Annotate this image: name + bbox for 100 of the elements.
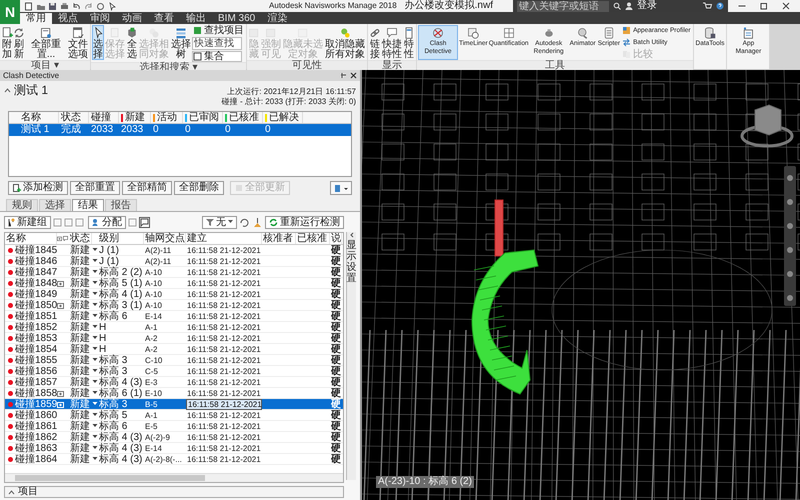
panel-tab[interactable]: 结果 [72,199,104,211]
ribbon-button[interactable]: 快捷特性 [381,25,403,60]
user-icon[interactable] [625,2,633,10]
ribbon-button[interactable]: 刷新 [13,25,25,60]
column-header[interactable]: 级别 [98,233,144,244]
save-icon[interactable] [48,2,57,10]
panel-tab[interactable]: 报告 [105,199,137,211]
display-settings-panel[interactable]: 显示设置 [346,232,356,480]
column-header[interactable]: 名称 [5,233,57,244]
result-row[interactable]: 碰撞1854 新建 H A-2 16:11:58 21-12-2021 硬 [5,344,343,355]
close-icon[interactable] [782,2,790,10]
scrollbar-thumb[interactable] [15,475,205,481]
ribbon-button[interactable]: 链接 [369,25,381,60]
quick-find-field[interactable]: 快速查找 [192,37,242,50]
caret-icon[interactable] [92,446,98,450]
column-header[interactable]: 活动 [151,112,183,123]
undo-icon[interactable] [72,2,81,10]
panel-tab[interactable]: 规则 [6,199,38,211]
filter-dropdown[interactable]: 无 [202,216,237,228]
result-row[interactable]: 碰撞1852 新建 H A-1 16:11:58 21-12-2021 硬 [5,322,343,333]
ribbon-tab[interactable]: 渲染 [261,13,294,24]
column-header[interactable]: 轴网交点 [144,233,186,244]
caret-icon[interactable] [92,325,98,329]
ribbon-button[interactable]: 选择树 [170,25,192,60]
result-row[interactable]: 碰撞1850 新建 标高 3 (1) A-10 16:11:58 21-12-2021 硬 [5,300,343,311]
column-header[interactable]: 已审阅 [183,112,223,123]
column-header[interactable]: 已解决 [263,112,303,123]
column-header[interactable]: 建立 [186,233,262,244]
ribbon-button[interactable]: 文件选项 [67,25,89,60]
close-icon[interactable] [350,72,357,79]
ribbon-tab[interactable]: 动画 [116,13,148,24]
caret-icon[interactable] [92,391,98,395]
ribbon-button[interactable]: 特性 [403,25,415,60]
ribbon-tab[interactable]: 输出 [180,13,212,24]
column-header[interactable]: 新建 [119,112,151,123]
reset-icon[interactable] [239,216,250,228]
ribbon-tab[interactable]: 常用 [20,13,52,24]
assign-button[interactable]: 分配 [88,216,126,228]
result-row[interactable]: 碰撞1855 新建 标高 3 C-10 16:11:58 21-12-2021 硬 [5,355,343,366]
sets-dropdown[interactable]: 集合 [192,51,242,62]
test-action-button[interactable]: 添加检测 [8,181,68,195]
panel-tab[interactable]: 选择 [39,199,71,211]
pin-icon[interactable] [340,72,347,79]
ribbon-tab[interactable]: 审阅 [84,13,116,24]
caret-icon[interactable] [92,347,98,351]
result-row[interactable]: 碰撞1860 新建 标高 5 A-1 16:11:58 21-12-2021 硬 [5,410,343,421]
column-header[interactable]: 名称 [19,112,59,123]
caret-icon[interactable] [92,303,98,307]
comment-icon[interactable] [139,216,150,228]
ribbon-button[interactable]: 取消隐藏所有对象 [324,25,366,60]
ribbon-tab[interactable]: 查看 [148,13,180,24]
ribbon-tab[interactable]: 视点 [52,13,84,24]
test-action-button[interactable]: 全部精简 [122,181,172,195]
caret-icon[interactable] [92,248,98,252]
export-button[interactable] [330,181,352,195]
caret-icon[interactable] [92,435,98,439]
column-header[interactable]: 核准者 [262,233,296,244]
caret-icon[interactable] [92,314,98,318]
column-header[interactable]: 碰撞 [89,112,119,123]
test-action-button[interactable]: 全部重置 [70,181,120,195]
ribbon-button[interactable]: 查找项目 [192,25,245,36]
caret-icon[interactable] [92,413,98,417]
result-row[interactable]: 碰撞1863 新建 标高 4 (3) E-14 16:11:58 21-12-2021 硬 [5,443,343,454]
camera-icon[interactable] [57,236,62,241]
test-row[interactable]: 测试 1 完成 2033 2033 0 0 0 0 [9,124,351,136]
test-action-button[interactable]: 全部删除 [174,181,224,195]
result-row[interactable]: 碰撞1862 新建 标高 4 (3) A(-2)-9 16:11:58 21-12-2021 硬 [5,432,343,443]
caret-icon[interactable] [92,358,98,362]
cart-icon[interactable] [703,2,712,10]
result-row[interactable]: 碰撞1861 新建 标高 6 E-5 16:11:58 21-12-2021 硬 [5,421,343,432]
result-row[interactable]: 碰撞1864 新建 标高 4 (3) A(-2)-8(-... 16:11:58 21-12-2021 硬 [5,454,343,465]
caret-icon[interactable] [92,336,98,340]
caret-icon[interactable] [92,369,98,373]
result-row[interactable]: 碰撞1846 新建 J (1) A(2)-11 16:11:58 21-12-2021 硬 [5,256,343,267]
caret-icon[interactable] [92,424,98,428]
sign-in-link[interactable]: 登录 [637,0,657,12]
document-icon[interactable] [24,2,33,10]
rerun-button[interactable]: 重新运行检测 [265,216,344,228]
items-bar[interactable]: 项目 [4,486,344,498]
caret-icon[interactable] [92,380,98,384]
result-row[interactable]: 碰撞1849 新建 标高 4 (1) A-10 16:11:58 21-12-2021 硬 [5,289,343,300]
caret-icon[interactable] [92,281,98,285]
result-row[interactable]: 碰撞1851 新建 标高 6 E-14 16:11:58 21-12-2021 硬 [5,311,343,322]
new-group-button[interactable]: 新建组 [4,216,51,228]
help-icon[interactable] [716,2,724,10]
caret-icon[interactable] [92,457,98,461]
comment-icon[interactable] [63,236,68,241]
result-row[interactable]: 碰撞1847 新建 标高 2 (2) A-10 16:11:58 21-12-2021 硬 [5,267,343,278]
caret-icon[interactable] [92,292,98,296]
caret-icon[interactable] [92,270,98,274]
ribbon-button[interactable]: 附加 [1,25,13,60]
column-header[interactable]: 状态 [59,112,89,123]
restore-icon[interactable] [760,2,768,10]
ribbon-tab[interactable]: BIM 360 [212,13,262,24]
horizontal-scrollbar[interactable] [5,473,343,482]
result-row[interactable]: 碰撞1857 新建 标高 4 (3) E-3 16:11:58 21-12-2021 硬 [5,377,343,388]
ribbon-button[interactable]: 全部重置... [25,25,67,60]
app-logo[interactable]: N [0,0,20,24]
column-header[interactable]: 说 [330,233,342,244]
ribbon-button[interactable]: 全选 [126,25,138,60]
